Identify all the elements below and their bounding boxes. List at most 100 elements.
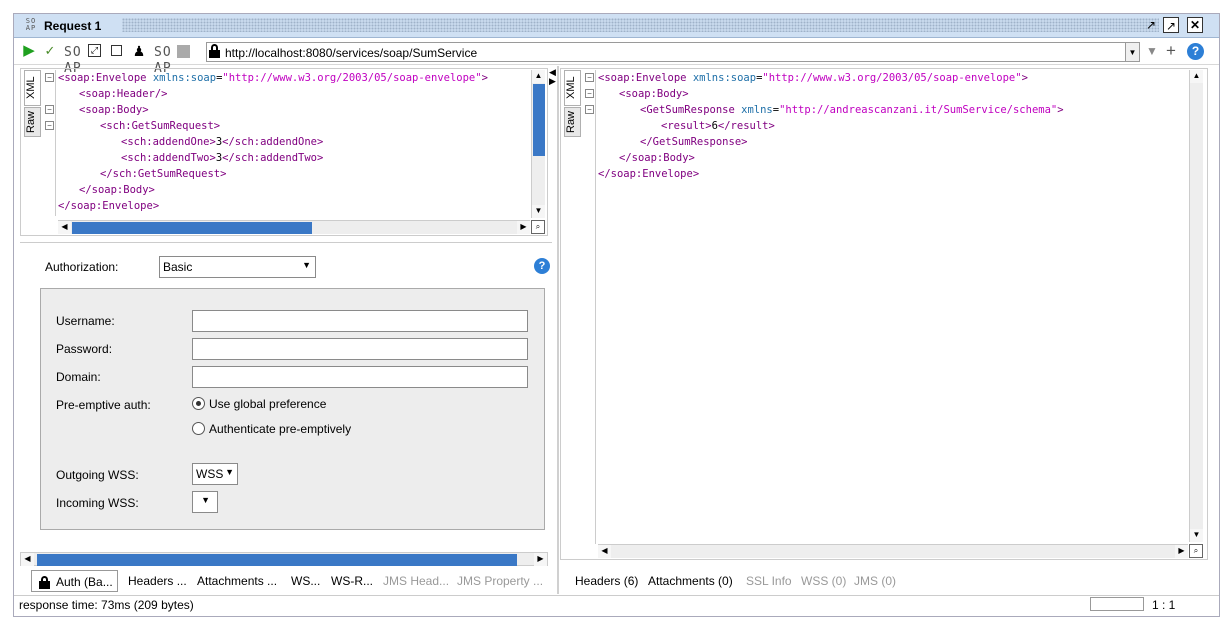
splitter-arrows-icon[interactable]: ◀ ▶ <box>549 68 556 86</box>
xml-line: </soap:Envelope> <box>58 198 159 214</box>
xml-tag: <soap:Envelope <box>598 72 687 84</box>
tab-jms-headers[interactable]: JMS Head... <box>383 570 449 592</box>
zoom-icon[interactable]: ⌕ <box>531 220 545 234</box>
radio-preemptive-label[interactable]: Authenticate pre-emptively <box>209 422 351 436</box>
preemptive-label: Pre-emptive auth: <box>56 398 151 412</box>
xml-line: </sch:GetSumRequest> <box>100 166 226 182</box>
vertical-splitter[interactable] <box>557 66 559 594</box>
radio-preemptive[interactable] <box>192 422 205 435</box>
username-label: Username: <box>56 314 115 328</box>
request-xml-content[interactable]: <soap:Envelope xmlns:soap="http://www.w3… <box>58 70 530 216</box>
status-progress <box>1090 597 1144 611</box>
xml-attr: xmlns:soap <box>686 72 757 84</box>
outgoing-wss-label: Outgoing WSS: <box>56 468 139 482</box>
auth-horizontal-scrollbar[interactable]: ◀ ▶ <box>20 552 548 566</box>
xml-token: <sch:GetSumRequest> <box>100 120 221 132</box>
radio-global-preference[interactable] <box>192 397 205 410</box>
xml-token: </sch:GetSumRequest> <box>100 168 227 180</box>
password-label: Password: <box>56 342 113 356</box>
stop-box-icon[interactable] <box>111 45 122 56</box>
user-icon[interactable]: ♟ <box>131 43 147 59</box>
filter-icon[interactable]: ▼ <box>1146 44 1158 58</box>
add-icon[interactable]: + <box>1166 41 1176 61</box>
validate-icon[interactable]: ✓ <box>42 43 58 59</box>
response-vertical-scrollbar[interactable]: ▲ ▼ <box>1189 70 1203 542</box>
tab-response-attachments[interactable]: Attachments (0) <box>648 570 733 592</box>
soap-logo-icon: SO AP <box>25 17 37 32</box>
close-icon[interactable]: ✕ <box>1187 17 1203 33</box>
fold-toggle-icon[interactable]: − <box>45 121 54 130</box>
fold-toggle-icon[interactable]: − <box>45 73 54 82</box>
tab-jms[interactable]: JMS (0) <box>854 570 896 592</box>
password-field[interactable] <box>192 338 528 360</box>
stop-icon[interactable] <box>177 45 190 58</box>
tab-jms-property[interactable]: JMS Property ... <box>457 570 543 592</box>
outgoing-wss-select[interactable]: WSS ▼ <box>192 463 238 485</box>
response-zoom-icon[interactable]: ⌕ <box>1189 544 1203 558</box>
xml-attr: xmlns <box>734 104 773 116</box>
xml-line: <soap:Header/> <box>79 86 168 102</box>
xml-attr-value: "http://www.w3.org/2003/05/soap-envelope… <box>762 72 1022 84</box>
expand-icon[interactable]: ⤢ <box>88 44 101 57</box>
response-horizontal-scrollbar[interactable]: ◀ ▶ <box>598 544 1188 558</box>
response-xml-content[interactable]: <soap:Envelope xmlns:soap="http://www.w3… <box>598 70 1188 544</box>
incoming-wss-label: Incoming WSS: <box>56 496 139 510</box>
authorization-label: Authorization: <box>45 260 119 274</box>
tab-request-xml[interactable]: XML <box>24 70 41 106</box>
chevron-down-icon: ▼ <box>225 467 234 477</box>
lock-icon <box>209 44 220 58</box>
xml-line: </soap:Body> <box>79 182 155 198</box>
soap-add-icon[interactable]: SO AP <box>64 45 81 76</box>
radio-global-label[interactable]: Use global preference <box>209 397 326 411</box>
tab-ssl-info[interactable]: SSL Info <box>746 570 792 592</box>
authorization-select[interactable]: Basic ▼ <box>159 256 316 278</box>
request-horizontal-scrollbar[interactable]: ◀ ▶ <box>58 220 530 234</box>
incoming-wss-select[interactable]: ▼ <box>192 491 218 513</box>
tab-ws-r[interactable]: WS-R... <box>331 570 373 592</box>
xml-token: <soap:Envelope <box>58 72 147 84</box>
tab-response-raw[interactable]: Raw <box>564 107 581 137</box>
fold-toggle-icon[interactable]: − <box>45 105 54 114</box>
xml-token: "http://www.w3.org/2003/05/soap-envelope… <box>222 72 482 84</box>
fold-toggle-icon[interactable]: − <box>585 89 594 98</box>
soap-icon[interactable]: SO AP <box>154 45 171 76</box>
response-time: response time: 73ms (209 bytes) <box>19 598 194 612</box>
xml-token: xmlns:soap <box>146 72 217 84</box>
request-gutter <box>42 70 56 216</box>
authorization-value: Basic <box>163 260 193 274</box>
tab-request-raw[interactable]: Raw <box>24 107 41 137</box>
restore-icon[interactable]: ↗ <box>1143 17 1159 33</box>
xml-token: </soap:Body> <box>79 184 155 196</box>
tab-auth[interactable]: Auth (Ba... <box>31 570 118 592</box>
tab-ws[interactable]: WS... <box>291 570 320 592</box>
xml-tag: </soap:Envelope> <box>598 168 700 180</box>
xml-line: <soap:Envelope xmlns:soap="http://www.w3… <box>58 70 488 86</box>
outgoing-wss-value: WSS <box>196 467 224 481</box>
username-field[interactable] <box>192 310 528 332</box>
fold-toggle-icon[interactable]: − <box>585 105 594 114</box>
title-bar <box>14 14 1219 38</box>
xml-token: <soap:Body> <box>79 104 149 116</box>
xml-tag: <soap:Body> <box>619 88 689 100</box>
xml-tag: <GetSumResponse <box>640 104 735 116</box>
fold-toggle-icon[interactable]: − <box>585 73 594 82</box>
response-gutter <box>582 70 596 544</box>
xml-token: </sch:addendTwo> <box>222 152 324 164</box>
help-icon[interactable]: ? <box>1187 43 1204 60</box>
tab-wss[interactable]: WSS (0) <box>801 570 846 592</box>
xml-line: <sch:GetSumRequest> <box>100 118 220 134</box>
run-icon[interactable]: ▶ <box>21 43 37 59</box>
url-dropdown-button[interactable]: ▼ <box>1126 42 1140 62</box>
xml-token: </sch:addendOne> <box>222 136 324 148</box>
url-input[interactable]: http://localhost:8080/services/soap/SumS… <box>206 42 1126 62</box>
xml-attr-value: "http://andreascanzani.it/SumService/sch… <box>779 104 1058 116</box>
auth-help-icon[interactable]: ? <box>534 258 550 274</box>
request-vertical-scrollbar[interactable]: ▲ ▼ <box>531 70 545 218</box>
tab-attachments[interactable]: Attachments ... <box>197 570 277 592</box>
xml-token: > <box>481 72 488 84</box>
domain-field[interactable] <box>192 366 528 388</box>
tab-headers[interactable]: Headers ... <box>128 570 187 592</box>
detach-icon[interactable]: ↗ <box>1163 17 1179 33</box>
tab-response-headers[interactable]: Headers (6) <box>575 570 638 592</box>
tab-response-xml[interactable]: XML <box>564 70 581 106</box>
